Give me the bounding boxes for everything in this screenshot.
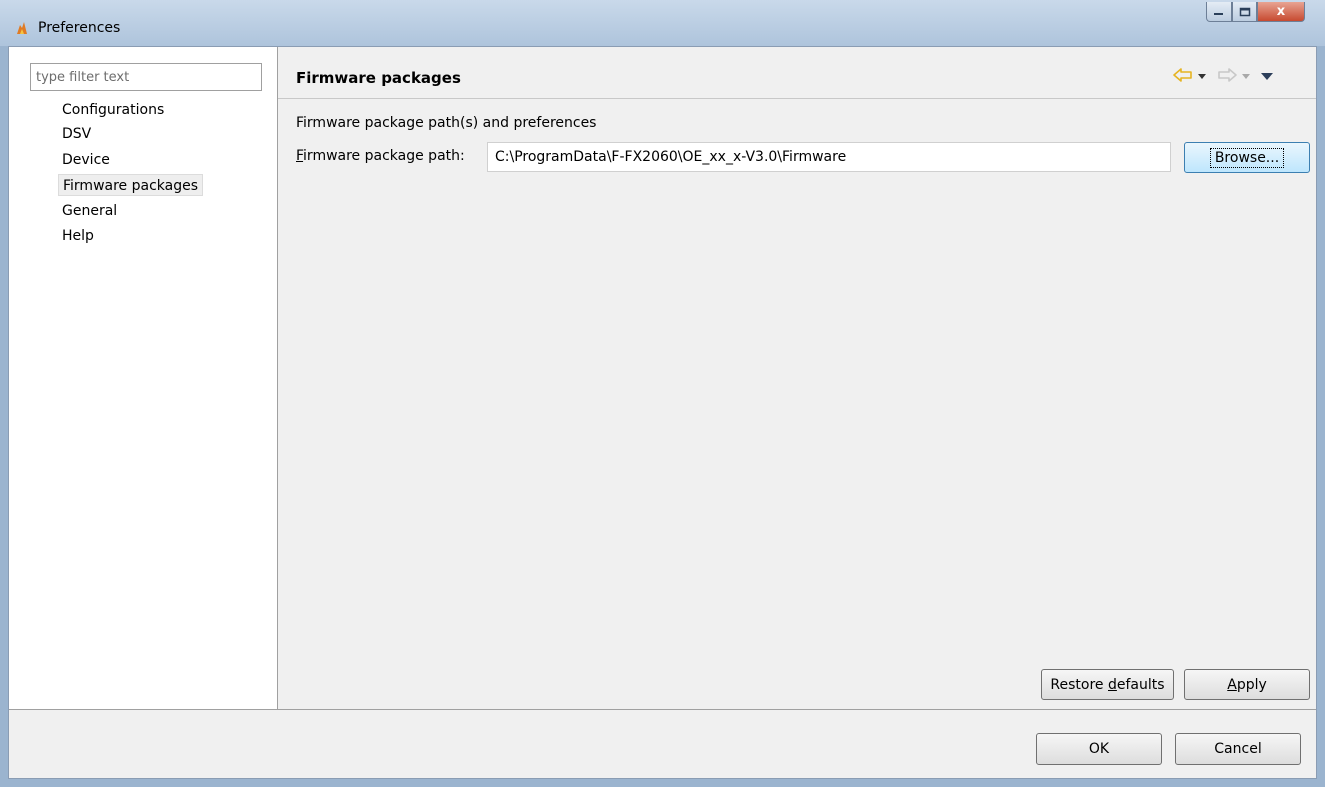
minimize-button[interactable]	[1206, 2, 1232, 22]
tree-item-firmware-packages[interactable]: Firmware packages	[58, 174, 204, 196]
tree-item-help[interactable]: Help	[58, 225, 98, 247]
maximize-icon	[1239, 7, 1250, 16]
tree-item-dsv[interactable]: DSV	[58, 123, 95, 145]
preferences-tree-pane: Configurations DSV Device Firmware packa…	[9, 47, 278, 709]
forward-arrow-icon[interactable]	[1217, 67, 1237, 83]
tree-item-configurations[interactable]: Configurations	[58, 99, 168, 121]
maximize-button[interactable]	[1232, 2, 1257, 22]
restore-label-mnemonic: d	[1108, 676, 1117, 693]
browse-button-label: Browse...	[1209, 147, 1285, 168]
window-title: Preferences	[38, 20, 121, 36]
dialog-client-area: Configurations DSV Device Firmware packa…	[8, 46, 1317, 779]
close-button[interactable]: x	[1257, 2, 1305, 22]
firmware-path-input[interactable]	[487, 142, 1171, 172]
ok-button[interactable]: OK	[1036, 733, 1162, 765]
page-header: Firmware packages	[278, 47, 1316, 99]
path-label-mnemonic: F	[296, 148, 304, 164]
view-menu-icon[interactable]	[1261, 73, 1273, 80]
back-arrow-icon[interactable]	[1173, 67, 1193, 83]
cancel-button[interactable]: Cancel	[1175, 733, 1301, 765]
close-icon: x	[1276, 4, 1286, 19]
path-label-text: irmware package path:	[303, 148, 465, 164]
title-bar[interactable]: Preferences x	[0, 0, 1325, 46]
forward-history-dropdown-icon[interactable]	[1242, 74, 1250, 79]
restore-label-prefix: Restore	[1050, 676, 1108, 693]
tree-item-general[interactable]: General	[58, 200, 121, 222]
browse-button[interactable]: Browse...	[1184, 142, 1310, 173]
restore-defaults-button[interactable]: Restore d efaults	[1041, 669, 1174, 700]
restore-label-suffix: efaults	[1116, 676, 1165, 693]
dialog-button-bar: OK Cancel	[9, 709, 1316, 778]
page-title: Firmware packages	[296, 69, 461, 87]
app-flame-icon	[17, 22, 27, 34]
apply-button[interactable]: Apply	[1184, 669, 1310, 700]
firmware-path-label: Firmware package path:	[296, 148, 465, 164]
section-label: Firmware package path(s) and preferences	[296, 115, 597, 131]
apply-label-text: pply	[1236, 676, 1267, 693]
apply-label-mnemonic: A	[1227, 676, 1237, 693]
filter-input[interactable]	[30, 63, 262, 91]
preferences-window: Preferences x Configurations DSV Device …	[0, 0, 1325, 787]
minimize-icon	[1214, 12, 1223, 15]
back-history-dropdown-icon[interactable]	[1198, 74, 1206, 79]
tree-item-device[interactable]: Device	[58, 149, 114, 171]
preference-page: Firmware packages Firmware package path(…	[278, 47, 1316, 709]
